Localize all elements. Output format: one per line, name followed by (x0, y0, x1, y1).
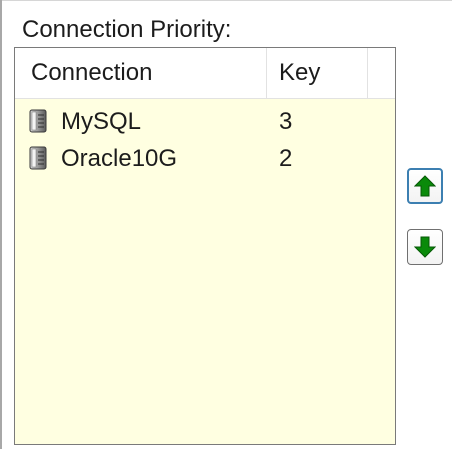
column-header-key[interactable]: Key (279, 48, 320, 98)
move-up-button[interactable] (407, 168, 443, 204)
database-server-icon (29, 109, 47, 133)
column-divider[interactable] (367, 48, 368, 98)
panel-left-edge (0, 0, 2, 449)
database-server-icon (29, 146, 47, 170)
connection-name: Oracle10G (61, 145, 178, 172)
arrow-up-icon (414, 175, 436, 197)
panel-top-edge (0, 0, 452, 1)
move-down-button[interactable] (407, 229, 443, 265)
arrow-down-icon (414, 236, 436, 258)
connection-key: 2 (279, 145, 293, 172)
list-item[interactable]: MySQL 3 (15, 104, 395, 140)
connection-key: 3 (279, 108, 293, 135)
connection-priority-label: Connection Priority: (22, 16, 232, 43)
column-header-connection[interactable]: Connection (31, 48, 152, 98)
connection-name: MySQL (61, 108, 142, 135)
connection-priority-list[interactable]: Connection Key MySQL 3 Oracle10G 2 (14, 47, 396, 445)
column-divider[interactable] (266, 48, 267, 98)
list-header: Connection Key (15, 48, 395, 99)
list-item[interactable]: Oracle10G 2 (15, 141, 395, 177)
